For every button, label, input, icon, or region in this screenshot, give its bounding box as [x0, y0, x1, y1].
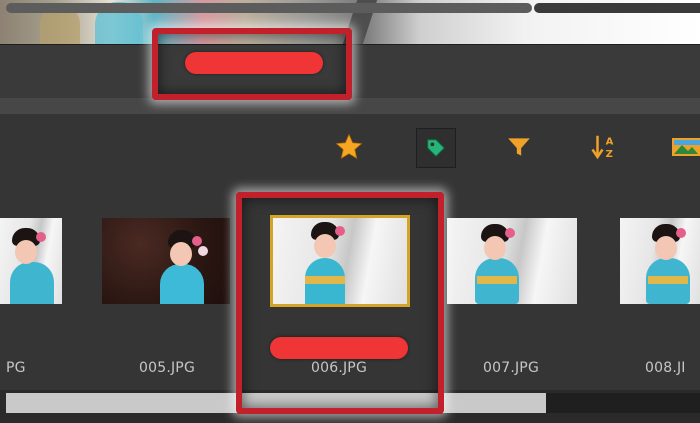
- highlight-bar: [185, 52, 323, 74]
- thumbnail-filename: 007.JPG: [483, 360, 539, 376]
- thumbnail-filename: PG: [6, 360, 26, 376]
- star-icon[interactable]: [332, 130, 366, 164]
- image-icon[interactable]: [670, 130, 700, 164]
- thumbnail-image[interactable]: [0, 218, 62, 304]
- preview-scrollbar-thumb[interactable]: [6, 3, 532, 13]
- preview-scrollbar[interactable]: [0, 98, 700, 114]
- svg-text:Z: Z: [606, 149, 613, 160]
- sort-az-icon[interactable]: A Z: [588, 130, 622, 164]
- thumbnail-filename: 005.JPG: [139, 360, 195, 376]
- preview-scrollbar-track[interactable]: [534, 3, 700, 13]
- svg-text:A: A: [606, 137, 614, 148]
- thumbnail-scrollbar-track[interactable]: [546, 393, 700, 413]
- highlight-bar: [270, 337, 408, 359]
- filter-icon[interactable]: [502, 130, 536, 164]
- highlight-frame: [236, 192, 444, 414]
- thumbnail-image[interactable]: [620, 218, 700, 304]
- thumbnail-filename: 008.JI: [645, 360, 686, 376]
- tag-icon[interactable]: [416, 128, 456, 168]
- thumbnail-image[interactable]: [447, 218, 577, 304]
- thumbnail-image[interactable]: [102, 218, 230, 304]
